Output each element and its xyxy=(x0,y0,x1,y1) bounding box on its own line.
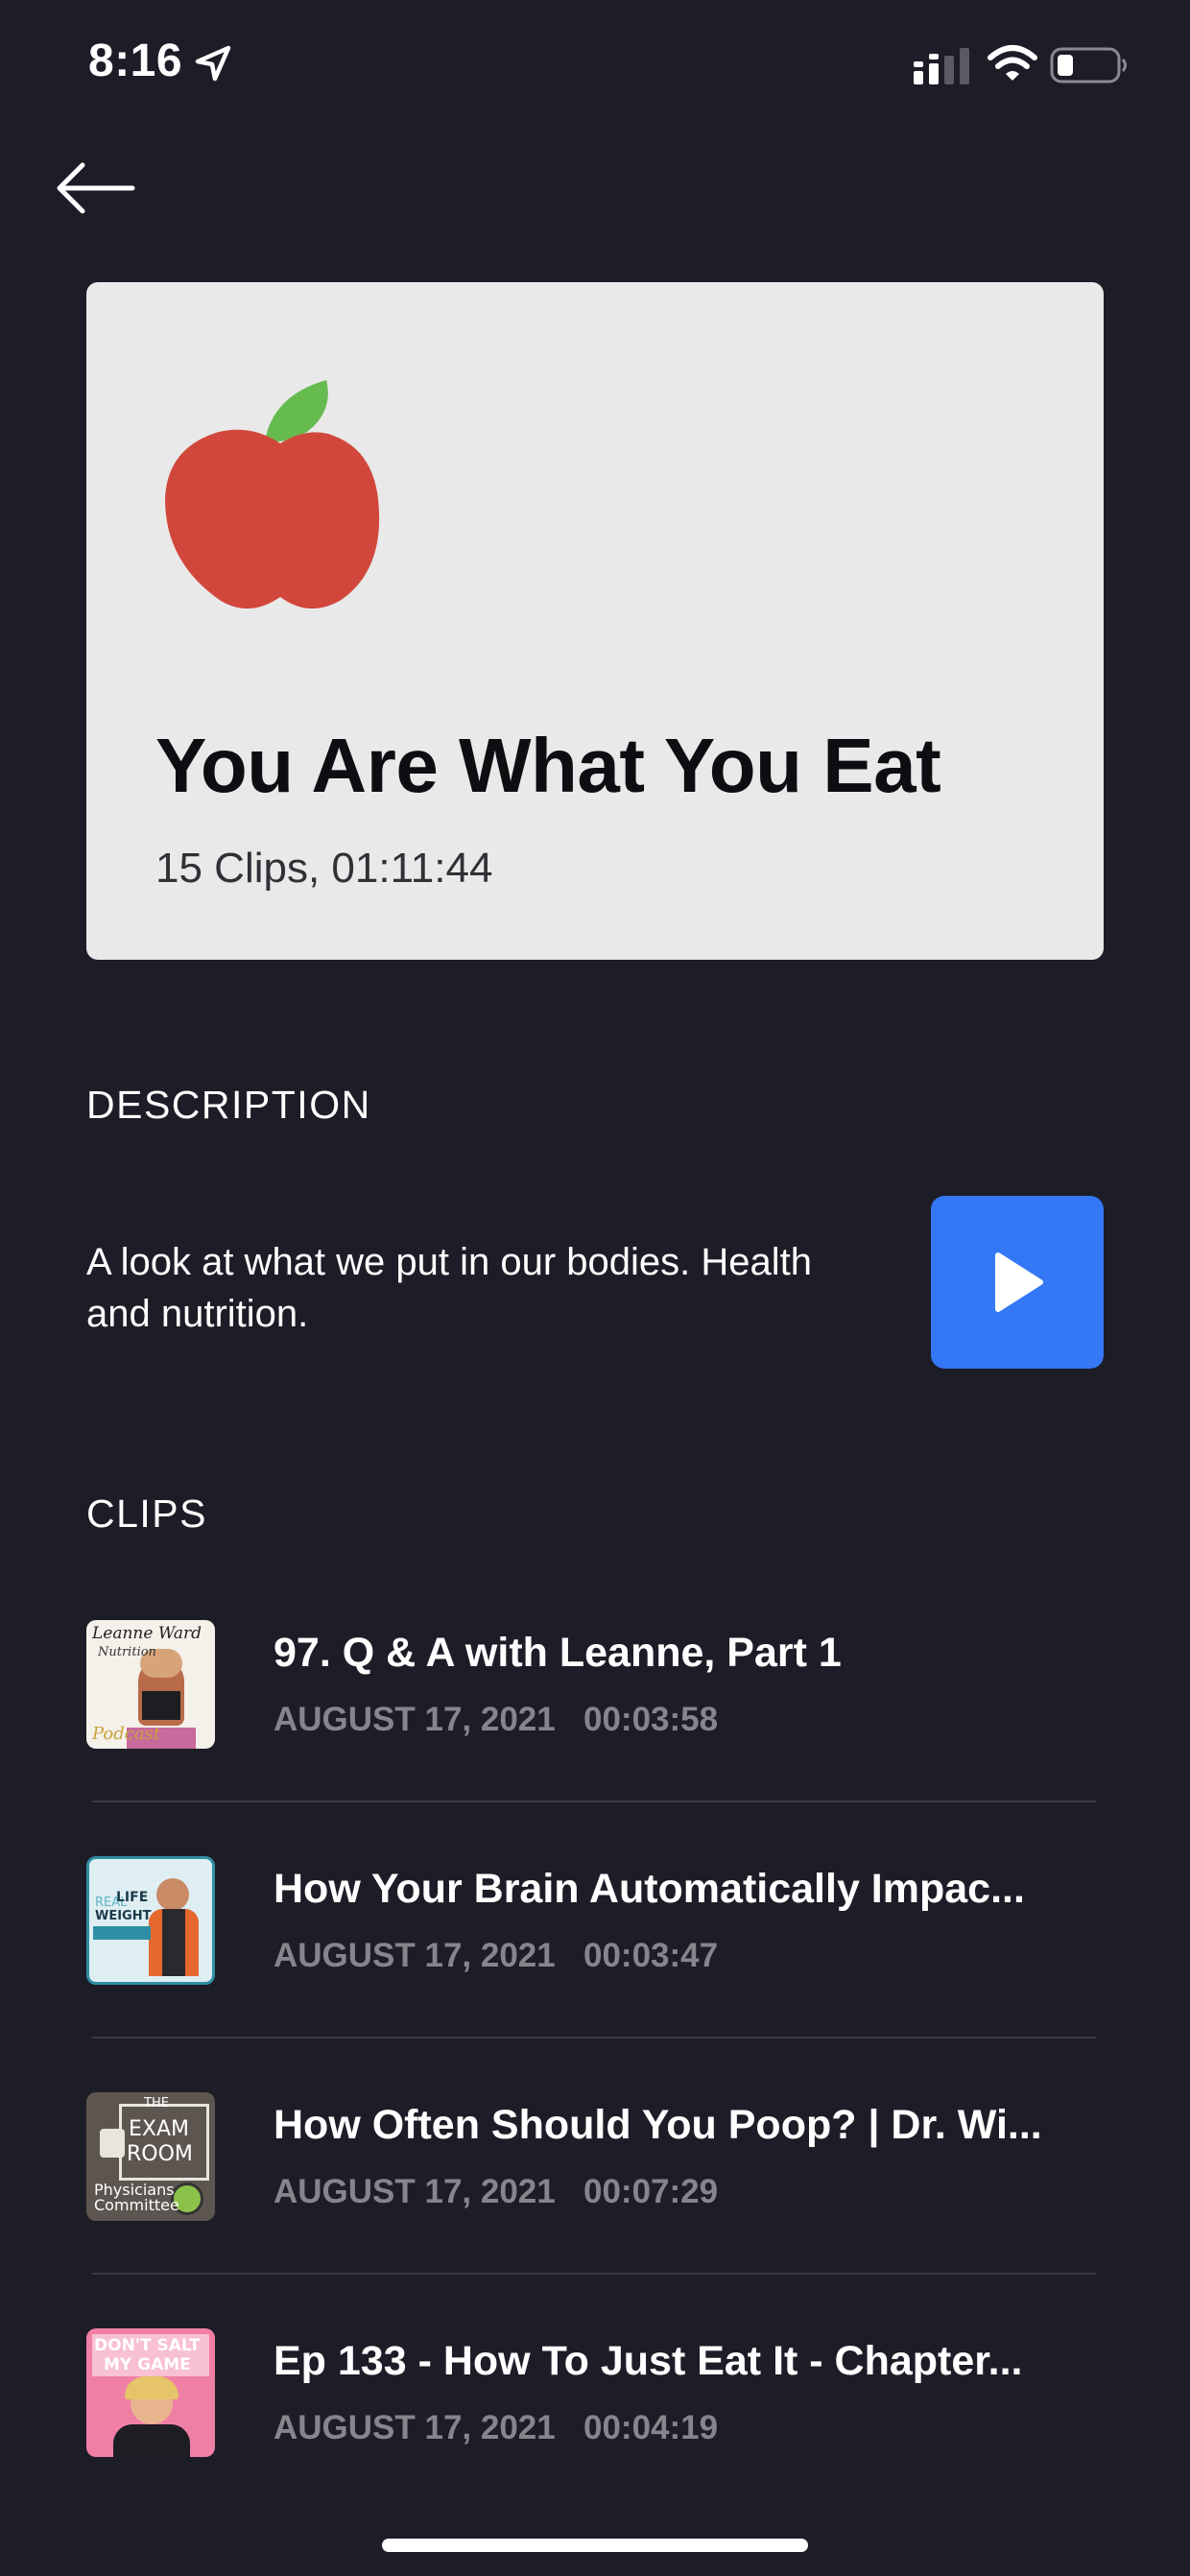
clip-duration: 00:03:58 xyxy=(583,1701,719,1738)
apple-icon xyxy=(165,380,380,608)
clip-title: How Often Should You Poop? | Dr. Wi... xyxy=(274,2102,1042,2148)
clip-thumbnail: THE EXAM ROOM Physicians Committee xyxy=(86,2092,215,2221)
cellular-signal-icon xyxy=(914,48,969,84)
clip-title: Ep 133 - How To Just Eat It - Chapter... xyxy=(274,2338,1023,2384)
status-bar: 8:16 xyxy=(0,0,1190,134)
clip-title: How Your Brain Automatically Impac... xyxy=(274,1866,1025,1912)
description-heading: DESCRIPTION xyxy=(86,1083,371,1127)
clip-thumbnail: DON'T SALT MY GAME xyxy=(86,2328,215,2457)
home-indicator[interactable] xyxy=(382,2539,808,2552)
clip-item[interactable]: THE EXAM ROOM Physicians Committee How O… xyxy=(0,2077,1190,2313)
playlist-meta: 15 Clips, 01:11:44 xyxy=(155,845,493,892)
playlist-title: You Are What You Eat xyxy=(155,723,941,808)
thumb-text: EXAM xyxy=(129,2117,190,2141)
clip-duration: 00:04:19 xyxy=(583,2409,719,2446)
divider xyxy=(92,1801,1096,1802)
thumb-text: Podcast xyxy=(92,1724,161,1744)
clip-date: AUGUST 17, 2021 xyxy=(274,1937,556,1974)
thumb-text: Leanne Ward xyxy=(92,1624,202,1643)
clip-date: AUGUST 17, 2021 xyxy=(274,1701,556,1738)
clip-item[interactable]: DON'T SALT MY GAME Ep 133 - How To Just … xyxy=(0,2313,1190,2549)
thumb-text: THE xyxy=(144,2096,169,2111)
clip-duration: 00:03:47 xyxy=(583,1937,719,1974)
thumb-text: ROOM xyxy=(127,2142,193,2166)
thumb-text: DON'T SALT xyxy=(94,2336,201,2355)
thumb-text: Nutrition xyxy=(98,1645,156,1659)
play-button[interactable] xyxy=(931,1196,1104,1369)
status-time: 8:16 xyxy=(88,36,183,86)
clip-date: AUGUST 17, 2021 xyxy=(274,2409,556,2446)
thumb-text: WEIGHT xyxy=(95,1909,152,1923)
playlist-header-card: You Are What You Eat 15 Clips, 01:11:44 xyxy=(86,282,1104,960)
wifi-icon xyxy=(988,45,1037,81)
arrow-left-icon xyxy=(57,162,135,214)
clip-item[interactable]: Leanne Ward Nutrition Podcast 97. Q & A … xyxy=(0,1605,1190,1841)
clips-heading: CLIPS xyxy=(86,1491,207,1536)
battery-icon xyxy=(1050,47,1127,83)
divider xyxy=(92,2273,1096,2275)
divider xyxy=(92,2037,1096,2039)
description-text: A look at what we put in our bodies. Hea… xyxy=(86,1241,813,1335)
clip-thumbnail: Leanne Ward Nutrition Podcast xyxy=(86,1620,215,1749)
play-icon xyxy=(995,1252,1043,1312)
clip-item[interactable]: REAL LIFE WEIGHT How Your Brain Automati… xyxy=(0,1841,1190,2077)
back-button[interactable] xyxy=(52,154,138,223)
clip-thumbnail: REAL LIFE WEIGHT xyxy=(86,1856,215,1985)
thumb-text: LIFE xyxy=(116,1890,149,1905)
clip-duration: 00:07:29 xyxy=(583,2173,719,2210)
thumb-text: Committee xyxy=(94,2196,179,2214)
clip-date: AUGUST 17, 2021 xyxy=(274,2173,556,2210)
thumb-text: MY GAME xyxy=(104,2355,191,2374)
clip-title: 97. Q & A with Leanne, Part 1 xyxy=(274,1630,842,1676)
location-arrow-icon xyxy=(195,45,231,82)
